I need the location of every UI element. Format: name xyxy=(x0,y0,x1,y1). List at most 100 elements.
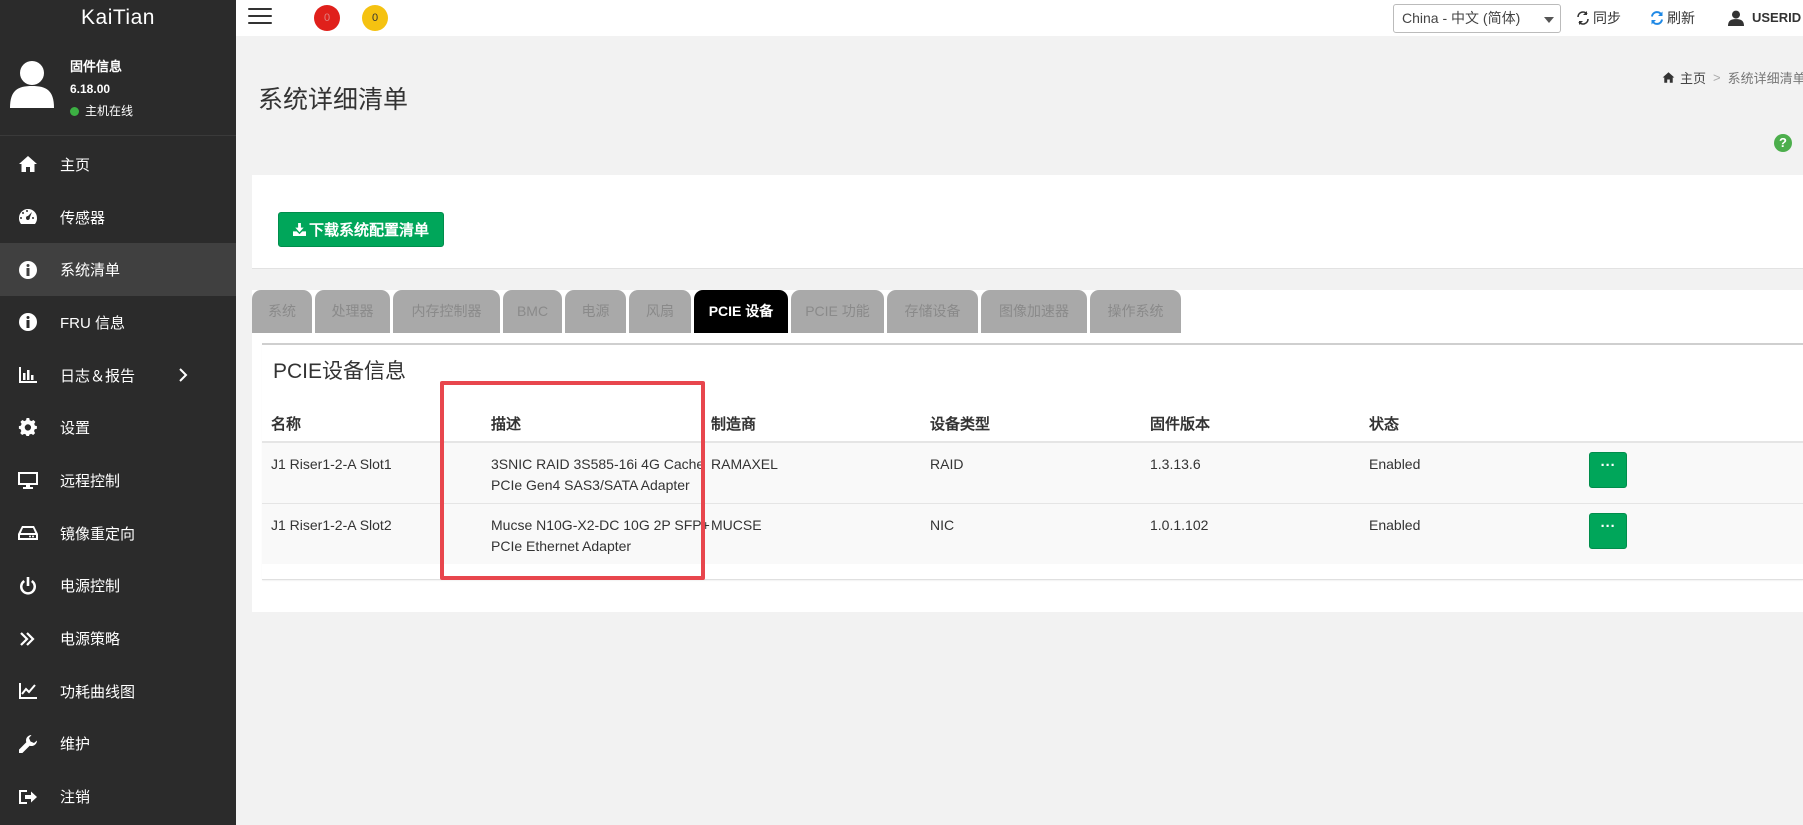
breadcrumb-home[interactable]: 主页 xyxy=(1680,68,1706,87)
sidebar-item-sensors[interactable]: 传感器 xyxy=(0,191,236,244)
sidebar-item-label: 功耗曲线图 xyxy=(60,683,136,701)
language-select-value: China - 中文 (简体) xyxy=(1402,10,1521,26)
power-icon xyxy=(16,575,40,597)
sidebar-item-settings[interactable]: 设置 xyxy=(0,401,236,454)
cell-name: J1 Riser1-2-A Slot2 xyxy=(271,517,392,533)
column-header-name: 名称 xyxy=(271,416,302,433)
refresh-label: 刷新 xyxy=(1667,10,1695,26)
firmware-version: 6.18.00 xyxy=(70,82,111,96)
tab-pcie-devices[interactable]: PCIE 设备 xyxy=(694,290,788,333)
sync-button[interactable]: 同步 xyxy=(1576,0,1621,36)
sidebar: KaiTian 固件信息 6.18.00 主机在线 主页 传感器 系统清单 FR… xyxy=(0,0,236,825)
breadcrumb-separator: > xyxy=(1713,70,1721,85)
sidebar-item-power-control[interactable]: 电源控制 xyxy=(0,560,236,613)
breadcrumb-current: 系统详细清单 xyxy=(1727,71,1803,86)
sidebar-item-fru[interactable]: FRU 信息 xyxy=(0,296,236,349)
column-header-status: 状态 xyxy=(1369,416,1400,433)
sidebar-item-label: 电源控制 xyxy=(60,578,121,596)
sidebar-item-home[interactable]: 主页 xyxy=(0,138,236,191)
inventory-tabs: 系统 处理器 内存控制器 BMC 电源 风扇 PCIE 设备 PCIE 功能 存… xyxy=(252,290,1184,333)
sidebar-item-label: 设置 xyxy=(60,420,91,438)
tab-power-supply[interactable]: 电源 xyxy=(565,290,626,333)
bar-chart-icon xyxy=(16,364,40,386)
tab-memory-controller[interactable]: 内存控制器 xyxy=(393,290,500,333)
cell-vendor: RAMAXEL xyxy=(711,456,778,472)
sidebar-item-logs[interactable]: 日志＆报告 xyxy=(0,349,236,402)
tab-bmc[interactable]: BMC xyxy=(503,290,562,333)
sidebar-item-logout[interactable]: 注销 xyxy=(0,770,236,823)
sidebar-item-label: 维护 xyxy=(60,736,91,754)
column-header-firmware: 固件版本 xyxy=(1150,416,1211,433)
description-line: PCIe Ethernet Adapter xyxy=(491,538,632,554)
cell-description: Mucse N10G-X2-DC 10G 2P SFP+ PCIe Etherne… xyxy=(491,515,710,557)
description-line: Mucse N10G-X2-DC 10G 2P SFP+ xyxy=(491,517,710,533)
sidebar-item-label: 传感器 xyxy=(60,209,106,227)
sidebar-item-media-redirect[interactable]: 镜像重定向 xyxy=(0,507,236,560)
wrench-icon xyxy=(16,733,40,755)
home-icon xyxy=(1662,72,1675,83)
table-row: J1 Riser1-2-A Slot2 Mucse N10G-X2-DC 10G… xyxy=(262,504,1803,564)
tab-storage-devices[interactable]: 存储设备 xyxy=(887,290,978,333)
cell-status: Enabled xyxy=(1369,456,1421,472)
info-icon xyxy=(16,311,40,333)
sidebar-item-power-policy[interactable]: 电源策略 xyxy=(0,612,236,665)
sidebar-item-label: 镜像重定向 xyxy=(60,525,136,543)
description-line: PCIe Gen4 SAS3/SATA Adapter xyxy=(491,477,690,493)
cell-status: Enabled xyxy=(1369,517,1421,533)
download-box: 下载系统配置清单 xyxy=(252,175,1803,269)
language-select[interactable]: China - 中文 (简体) xyxy=(1393,4,1561,33)
tab-graphics-accelerators[interactable]: 图像加速器 xyxy=(981,290,1087,333)
info-icon xyxy=(16,259,40,281)
sidebar-item-remote-control[interactable]: 远程控制 xyxy=(0,454,236,507)
user-menu[interactable]: USERID xyxy=(1728,0,1801,36)
more-details-button[interactable]: ··· xyxy=(1589,452,1627,488)
brand-logo[interactable]: KaiTian xyxy=(0,0,236,36)
sidebar-item-label: 电源策略 xyxy=(60,631,121,649)
monitor-icon xyxy=(16,469,40,491)
sync-icon xyxy=(1577,11,1589,25)
column-header-description: 描述 xyxy=(491,416,522,433)
user-info: 固件信息 6.18.00 主机在线 xyxy=(70,56,133,122)
chevron-right-icon xyxy=(179,368,188,382)
user-avatar-icon xyxy=(10,61,54,108)
panel-title: PCIE设备信息 xyxy=(273,360,407,383)
cell-firmware: 1.3.13.6 xyxy=(1150,456,1201,472)
column-header-device-type: 设备类型 xyxy=(930,416,991,433)
host-status: 主机在线 xyxy=(70,100,133,122)
refresh-button[interactable]: 刷新 xyxy=(1650,0,1695,36)
user-label: USERID xyxy=(1752,10,1802,25)
help-icon[interactable]: ? xyxy=(1774,134,1792,152)
user-icon xyxy=(1728,10,1744,26)
warning-alert-badge[interactable]: 0 xyxy=(362,5,388,31)
sign-out-icon xyxy=(16,786,40,808)
pcie-device-panel: PCIE设备信息 名称 描述 制造商 设备类型 固件版本 状态 J1 Riser… xyxy=(262,343,1803,580)
user-panel: 固件信息 6.18.00 主机在线 xyxy=(0,36,236,136)
tab-processor[interactable]: 处理器 xyxy=(315,290,390,333)
download-config-label: 下载系统配置清单 xyxy=(309,222,430,239)
sidebar-item-power-chart[interactable]: 功耗曲线图 xyxy=(0,665,236,718)
inventory-box: 系统 处理器 内存控制器 BMC 电源 风扇 PCIE 设备 PCIE 功能 存… xyxy=(252,290,1803,612)
column-header-vendor: 制造商 xyxy=(711,416,757,433)
more-details-button[interactable]: ··· xyxy=(1589,513,1627,549)
critical-alert-badge[interactable]: 0 xyxy=(314,5,340,31)
download-config-button[interactable]: 下载系统配置清单 xyxy=(278,212,445,247)
home-icon xyxy=(16,153,40,175)
breadcrumb: 主页 > 系统详细清单 xyxy=(1662,68,1803,87)
sidebar-item-inventory[interactable]: 系统清单 xyxy=(0,243,236,297)
sidebar-item-label: 日志＆报告 xyxy=(60,367,136,385)
tab-fan[interactable]: 风扇 xyxy=(629,290,691,333)
refresh-icon xyxy=(1651,11,1663,25)
sidebar-item-label: 系统清单 xyxy=(60,262,121,280)
menu-toggle-icon[interactable] xyxy=(248,8,272,26)
double-chevron-icon xyxy=(16,628,40,650)
tab-pcie-functions[interactable]: PCIE 功能 xyxy=(791,290,884,333)
cell-name: J1 Riser1-2-A Slot1 xyxy=(271,456,392,472)
tab-system[interactable]: 系统 xyxy=(252,290,312,333)
cell-vendor: MUCSE xyxy=(711,517,762,533)
tab-operating-system[interactable]: 操作系统 xyxy=(1090,290,1181,333)
sidebar-item-label: 注销 xyxy=(60,789,91,807)
cell-device-type: NIC xyxy=(930,517,955,533)
sidebar-item-maintenance[interactable]: 维护 xyxy=(0,718,236,771)
sidebar-item-label: 主页 xyxy=(60,156,91,174)
download-icon xyxy=(293,223,306,236)
